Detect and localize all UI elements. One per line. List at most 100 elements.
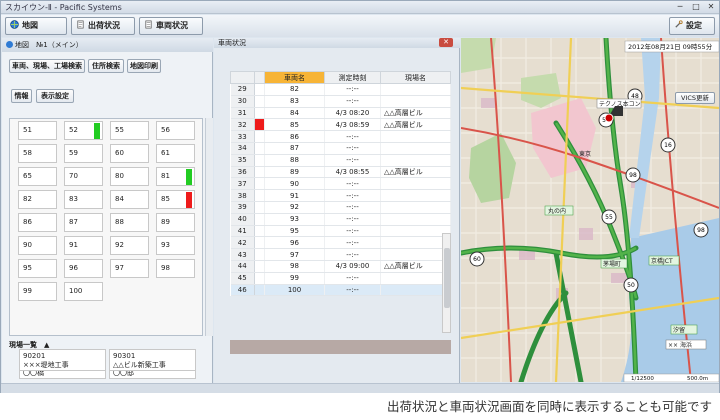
vehicle-site-factory-search-button[interactable]: 車両、現場、工場検索 xyxy=(9,59,85,73)
table-row[interactable]: 44 98 4/3 09:00 △△高層ビル xyxy=(230,260,451,273)
vehicle-cell[interactable]: 89 xyxy=(156,213,195,232)
close-icon[interactable]: ✕ xyxy=(439,38,453,47)
print-map-button[interactable]: 地図印刷 xyxy=(127,59,161,73)
site-item[interactable]: 90301 △△ビル新築工事 xyxy=(109,349,196,371)
vehicle-number: 80 xyxy=(115,172,124,180)
vics-update-button[interactable]: VICS更新 xyxy=(675,92,715,104)
status-marker xyxy=(254,130,265,143)
table-row[interactable]: 43 97 --:-- xyxy=(230,248,451,261)
table-row[interactable]: 34 87 --:-- xyxy=(230,142,451,155)
vehicle-cell[interactable]: 65 xyxy=(18,167,57,186)
status-marker xyxy=(254,189,265,202)
vehicle-cell[interactable]: 60 xyxy=(110,144,149,163)
vehicle-cell[interactable]: 95 xyxy=(18,259,57,278)
vehicle-cell[interactable]: 86 xyxy=(18,213,57,232)
vehicle-cell[interactable]: 90 xyxy=(18,236,57,255)
vehicle-cell[interactable]: 80 xyxy=(110,167,149,186)
row-number: 38 xyxy=(230,189,255,202)
vehicle-cell[interactable]: 82 xyxy=(18,190,57,209)
vehicle-cell[interactable]: 92 xyxy=(110,236,149,255)
place-label: 汐留 xyxy=(673,326,685,334)
table-row[interactable]: 41 95 --:-- xyxy=(230,225,451,238)
table-row[interactable]: 35 88 --:-- xyxy=(230,154,451,167)
status-marker xyxy=(254,272,265,285)
table-row[interactable]: 32 85 4/3 08:59 △△高層ビル xyxy=(230,118,451,132)
vehicle-cell[interactable]: 99 xyxy=(18,282,57,301)
measured-time-cell: 4/3 09:00 xyxy=(324,260,381,273)
map-canvas: 48 50 98 16 55 60 50 98 テクノス本コン 東京 丸の内 京… xyxy=(461,38,719,382)
vehicle-cell[interactable]: 96 xyxy=(64,259,103,278)
info-button[interactable]: 情報 xyxy=(11,89,32,103)
vehicle-cell[interactable]: 55 xyxy=(110,121,149,140)
vehicle-cell[interactable]: 85 xyxy=(156,190,195,209)
table-row[interactable]: 33 86 --:-- xyxy=(230,130,451,143)
table-row[interactable]: 38 91 --:-- xyxy=(230,189,451,202)
vehicle-number: 86 xyxy=(23,218,32,226)
vehicle-cell[interactable]: 91 xyxy=(64,236,103,255)
map-view[interactable]: 48 50 98 16 55 60 50 98 テクノス本コン 東京 丸の内 京… xyxy=(461,38,719,382)
address-search-button[interactable]: 住所検索 xyxy=(88,59,124,73)
shipping-status-button[interactable]: 出荷状況 xyxy=(71,17,135,35)
vehicle-cell[interactable]: 100 xyxy=(64,282,103,301)
vehicle-cell[interactable]: 56 xyxy=(156,121,195,140)
horizontal-scrollbar[interactable] xyxy=(230,340,451,354)
route-number: 98 xyxy=(629,172,637,179)
caption: 出荷状況と車両状況画面を同時に表示することも可能です xyxy=(386,399,712,414)
map-timestamp: 2012年08月21日 09時55分 xyxy=(628,42,713,51)
table-row[interactable]: 31 84 4/3 08:20 △△高層ビル xyxy=(230,107,451,120)
vehicle-status-button[interactable]: 車両状況 xyxy=(139,17,203,35)
vehicle-cell[interactable]: 81 xyxy=(156,167,195,186)
vehicle-cell[interactable]: 59 xyxy=(64,144,103,163)
site-item[interactable]: 90201 ×××堤地工事 xyxy=(19,349,106,371)
vehicle-status-header: 車両状況 xyxy=(214,38,460,48)
map-button[interactable]: 地図 xyxy=(5,17,67,35)
vehicle-name-cell: 83 xyxy=(264,95,325,108)
measured-time-cell: --:-- xyxy=(324,225,381,238)
close-window-button[interactable]: ✕ xyxy=(704,2,718,12)
status-marker xyxy=(254,177,265,191)
measured-time-header[interactable]: 測定時刻 xyxy=(324,71,381,84)
vehicle-cell[interactable]: 70 xyxy=(64,167,103,186)
settings-button[interactable]: 設定 xyxy=(669,17,715,35)
scrollbar-thumb[interactable] xyxy=(444,248,450,308)
table-row[interactable]: 42 96 --:-- xyxy=(230,236,451,250)
vehicle-cell[interactable]: 93 xyxy=(156,236,195,255)
display-settings-button[interactable]: 表示設定 xyxy=(36,89,74,103)
vehicle-name-header[interactable]: 車両名 xyxy=(264,71,325,84)
vehicle-cell[interactable]: 52 xyxy=(64,121,103,140)
vehicle-cell[interactable]: 84 xyxy=(110,190,149,209)
minimize-button[interactable]: ─ xyxy=(673,2,687,12)
table-row[interactable]: 46 100 --:-- xyxy=(230,284,451,297)
measured-time-cell: --:-- xyxy=(324,284,381,297)
vehicle-cell[interactable]: 88 xyxy=(110,213,149,232)
vehicle-cell[interactable]: 58 xyxy=(18,144,57,163)
site-name-header[interactable]: 現場名 xyxy=(380,71,451,84)
table-row[interactable]: 39 92 --:-- xyxy=(230,201,451,214)
vehicle-name-cell: 82 xyxy=(264,83,325,96)
vehicle-cell[interactable]: 87 xyxy=(64,213,103,232)
maximize-button[interactable]: □ xyxy=(689,2,703,12)
status-marker xyxy=(254,213,265,226)
vehicle-name-cell: 84 xyxy=(264,107,325,120)
table-row[interactable]: 45 99 --:-- xyxy=(230,272,451,285)
measured-time-cell: --:-- xyxy=(324,201,381,214)
site-name-cell: △△高層ビル xyxy=(380,166,451,179)
site-code: 90301 xyxy=(113,352,136,360)
site-name-cell xyxy=(380,272,451,285)
vehicle-grid-scrollbar[interactable] xyxy=(205,118,213,336)
vehicle-cell[interactable]: 97 xyxy=(110,259,149,278)
measured-time-cell: --:-- xyxy=(324,272,381,285)
table-scrollbar[interactable] xyxy=(442,233,451,333)
vehicle-cell[interactable]: 61 xyxy=(156,144,195,163)
table-row[interactable]: 30 83 --:-- xyxy=(230,95,451,108)
table-row[interactable]: 37 90 --:-- xyxy=(230,177,451,191)
vehicle-cell[interactable]: 83 xyxy=(64,190,103,209)
status-indicator xyxy=(186,169,192,185)
table-row[interactable]: 36 89 4/3 08:55 △△高層ビル xyxy=(230,166,451,179)
vehicle-name-cell: 98 xyxy=(264,260,325,273)
table-row[interactable]: 40 93 --:-- xyxy=(230,213,451,226)
place-label: 東京 xyxy=(579,150,591,158)
vehicle-cell[interactable]: 98 xyxy=(156,259,195,278)
vehicle-cell[interactable]: 51 xyxy=(18,121,57,140)
table-row[interactable]: 29 82 --:-- xyxy=(230,83,451,96)
